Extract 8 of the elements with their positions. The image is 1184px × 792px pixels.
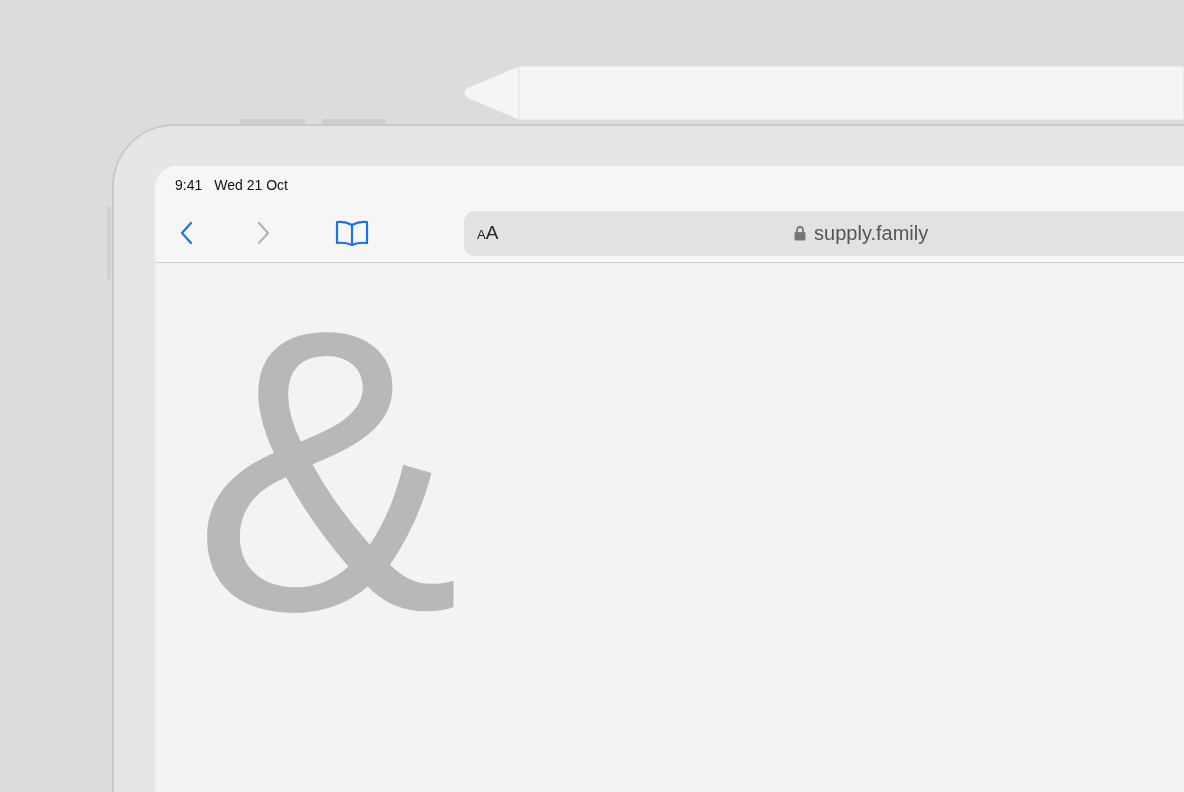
address-bar[interactable]: AA supply.family: [464, 210, 1184, 256]
url-text: supply.family: [814, 221, 929, 245]
text-size-button[interactable]: AA: [464, 222, 499, 244]
bookmarks-button[interactable]: [335, 219, 369, 247]
ampersand-glyph: &: [193, 271, 460, 671]
back-button[interactable]: [179, 221, 195, 245]
status-date: Wed 21 Oct: [214, 177, 288, 193]
status-time: 9:41: [175, 177, 203, 193]
